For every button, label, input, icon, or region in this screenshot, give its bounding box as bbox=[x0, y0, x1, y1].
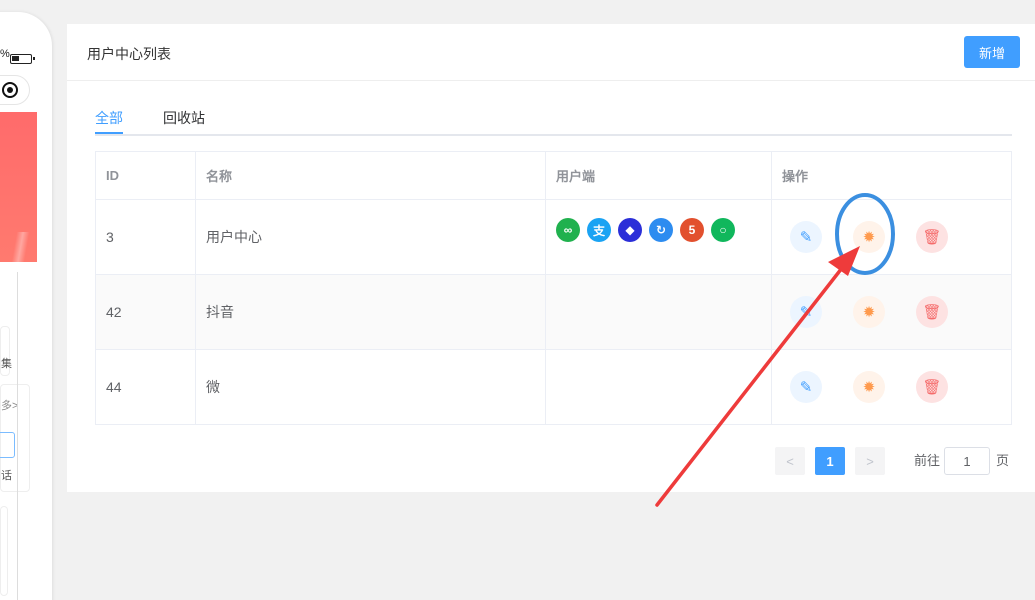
cell-clients bbox=[545, 274, 772, 350]
phone-preview: % 集 多> 话 bbox=[0, 12, 52, 600]
table-row: 44 微 ✎ ✹ 🗑 bbox=[95, 349, 1012, 425]
divider bbox=[17, 272, 18, 600]
wechat-official-icon: ○ bbox=[711, 218, 735, 242]
cell-actions: ✎ ✹ 🗑 bbox=[771, 274, 1012, 350]
cell-id: 44 bbox=[95, 349, 196, 425]
add-button[interactable]: 新增 bbox=[964, 36, 1020, 68]
edit-icon[interactable]: ✎ bbox=[790, 371, 822, 403]
column-header-name: 名称 bbox=[195, 151, 546, 200]
wechat-miniprogram-icon: ∞ bbox=[556, 218, 580, 242]
html5-icon: 5 bbox=[680, 218, 704, 242]
phone-input-box[interactable] bbox=[0, 432, 15, 458]
column-header-actions: 操作 bbox=[771, 151, 1012, 200]
cell-clients bbox=[545, 349, 772, 425]
cell-name: 微 bbox=[195, 349, 546, 425]
settings-icon[interactable]: ✹ bbox=[853, 221, 885, 253]
client-icons: ∞ 支 ◆ ↻ 5 ○ bbox=[556, 218, 761, 242]
delete-icon[interactable]: 🗑 bbox=[916, 221, 948, 253]
baidu-icon: ◆ bbox=[618, 218, 642, 242]
user-center-panel: 用户中心列表 新增 全部 回收站 ID 名称 用户端 操作 3 用户中心 ∞ 支 bbox=[67, 24, 1035, 492]
bytedance-icon: ↻ bbox=[649, 218, 673, 242]
pagination-goto-input[interactable] bbox=[944, 447, 990, 475]
phone-card-text: 话 bbox=[1, 470, 12, 482]
tab-recycle-bin[interactable]: 回收站 bbox=[163, 108, 205, 128]
user-center-table: ID 名称 用户端 操作 3 用户中心 ∞ 支 ◆ ↻ 5 ○ ✎ ✹ 🗑 42… bbox=[95, 151, 1012, 425]
table-row: 42 抖音 ✎ ✹ 🗑 bbox=[95, 274, 1012, 350]
battery-icon bbox=[10, 54, 35, 64]
pagination-next-button[interactable]: > bbox=[855, 447, 885, 475]
phone-card bbox=[0, 506, 8, 596]
table-row: 3 用户中心 ∞ 支 ◆ ↻ 5 ○ ✎ ✹ � bbox=[95, 199, 1012, 275]
page-title: 用户中心列表 bbox=[87, 46, 171, 62]
cell-id: 42 bbox=[95, 274, 196, 350]
pagination-goto-label: 前往 bbox=[914, 453, 941, 468]
cell-name: 用户中心 bbox=[195, 199, 546, 275]
phone-card: 多> 话 bbox=[0, 384, 30, 492]
column-header-id: ID bbox=[95, 151, 196, 200]
edit-icon[interactable]: ✎ bbox=[790, 296, 822, 328]
cell-actions: ✎ ✹ 🗑 bbox=[771, 199, 1012, 275]
delete-icon[interactable]: 🗑 bbox=[916, 296, 948, 328]
tab-all[interactable]: 全部 bbox=[95, 108, 123, 128]
panel-header: 用户中心列表 新增 bbox=[67, 24, 1035, 81]
settings-icon[interactable]: ✹ bbox=[853, 296, 885, 328]
phone-banner bbox=[0, 112, 37, 262]
column-header-clients: 用户端 bbox=[545, 151, 772, 200]
cell-actions: ✎ ✹ 🗑 bbox=[771, 349, 1012, 425]
more-link[interactable]: 多> bbox=[1, 397, 18, 413]
active-tab-indicator bbox=[95, 132, 123, 134]
pagination-current-page[interactable]: 1 bbox=[815, 447, 845, 475]
cell-name: 抖音 bbox=[195, 274, 546, 350]
pagination-page-suffix: 页 bbox=[996, 453, 1010, 468]
pagination-prev-button[interactable]: < bbox=[775, 447, 805, 475]
settings-icon[interactable]: ✹ bbox=[853, 371, 885, 403]
battery-percent: % bbox=[0, 48, 10, 60]
alipay-icon: 支 bbox=[587, 218, 611, 242]
edit-icon[interactable]: ✎ bbox=[790, 221, 822, 253]
cell-clients: ∞ 支 ◆ ↻ 5 ○ bbox=[545, 199, 772, 275]
delete-icon[interactable]: 🗑 bbox=[916, 371, 948, 403]
cell-id: 3 bbox=[95, 199, 196, 275]
table-header-row: ID 名称 用户端 操作 bbox=[95, 151, 1012, 200]
phone-card: 集 bbox=[0, 326, 12, 376]
tabs: 全部 回收站 bbox=[95, 104, 1012, 136]
record-icon[interactable] bbox=[2, 82, 18, 98]
phone-card-text: 集 bbox=[1, 358, 12, 370]
